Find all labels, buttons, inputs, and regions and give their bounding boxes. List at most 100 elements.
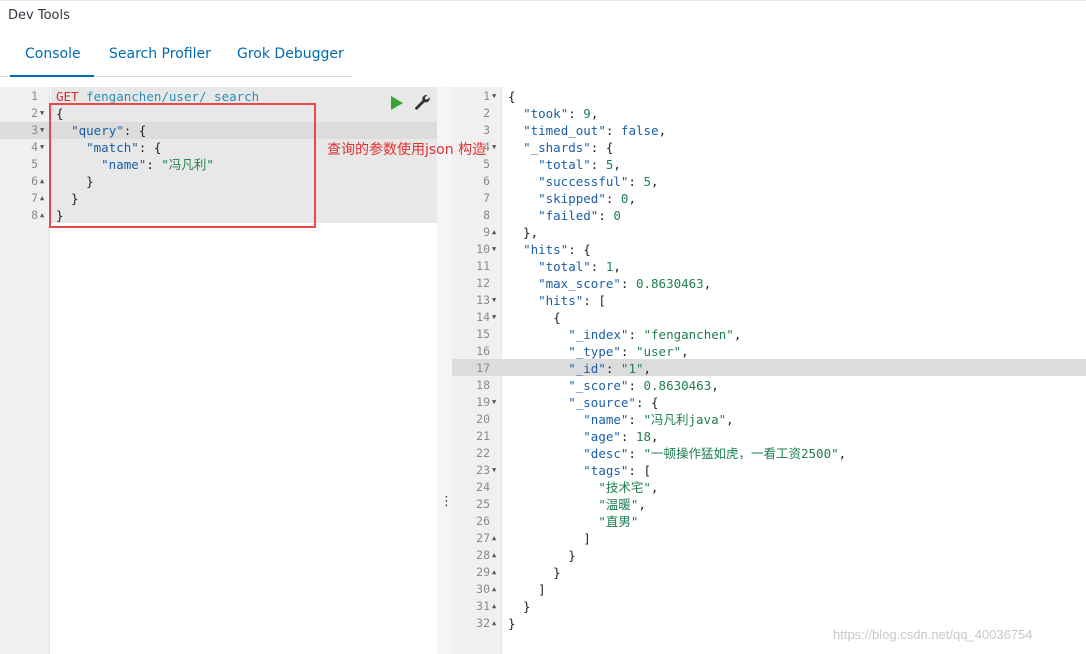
- code-line: 21 "age": 18,: [452, 428, 1086, 445]
- fold-expand-icon[interactable]: ▼: [492, 394, 496, 411]
- line-number: 22: [476, 446, 490, 460]
- code-text: "desc": "一顿操作猛如虎，一看工资2500",: [583, 446, 847, 461]
- code-line: 11 "total": 1,: [452, 258, 1086, 275]
- line-number: 9: [483, 225, 490, 239]
- line-number: 14: [476, 310, 490, 324]
- line-number: 27: [476, 531, 490, 545]
- code-text: "age": 18,: [583, 429, 659, 444]
- fold-expand-icon[interactable]: ▼: [40, 139, 44, 156]
- code-line: 6 "successful": 5,: [452, 173, 1086, 190]
- tab-console[interactable]: Console: [10, 44, 94, 77]
- wrench-icon[interactable]: [413, 93, 431, 111]
- fold-collapse-icon[interactable]: ▲: [40, 207, 44, 224]
- code-line: 10 ▼ "hits": {: [452, 241, 1086, 258]
- line-number: 31: [476, 599, 490, 613]
- line-number: 10: [476, 242, 490, 256]
- fold-expand-icon[interactable]: ▼: [40, 105, 44, 122]
- fold-collapse-icon[interactable]: ▲: [492, 530, 496, 547]
- line-number: 1: [483, 89, 490, 103]
- pane-divider[interactable]: [437, 87, 452, 654]
- line-number: 26: [476, 514, 490, 528]
- code-line: 17 "_id": "1",: [452, 360, 1086, 377]
- code-text: "skipped": 0,: [538, 191, 636, 206]
- code-text: }: [508, 548, 576, 563]
- annotation-box: [49, 103, 316, 228]
- line-number: 20: [476, 412, 490, 426]
- line-number: 6: [483, 174, 490, 188]
- fold-collapse-icon[interactable]: ▲: [492, 581, 496, 598]
- code-text: {: [508, 89, 516, 104]
- fold-expand-icon[interactable]: ▼: [492, 309, 496, 326]
- line-number: 5: [31, 157, 38, 171]
- code-text: "技术宅",: [598, 480, 659, 495]
- line-number: 23: [476, 463, 490, 477]
- fold-expand-icon[interactable]: ▼: [492, 292, 496, 309]
- code-line: 15 "_index": "fenganchen",: [452, 326, 1086, 343]
- code-line: 22 "desc": "一顿操作猛如虎，一看工资2500",: [452, 445, 1086, 462]
- code-text: }: [508, 565, 561, 580]
- fold-collapse-icon[interactable]: ▲: [492, 598, 496, 615]
- line-number: 19: [476, 395, 490, 409]
- code-line: 13 ▼ "hits": [: [452, 292, 1086, 309]
- code-text: ]: [508, 582, 546, 597]
- tab-search-profiler[interactable]: Search Profiler: [109, 44, 211, 77]
- code-line: 19 ▼ "_source": {: [452, 394, 1086, 411]
- line-number: 1: [31, 89, 38, 103]
- fold-collapse-icon[interactable]: ▲: [492, 564, 496, 581]
- fold-collapse-icon[interactable]: ▲: [40, 190, 44, 207]
- fold-expand-icon[interactable]: ▼: [492, 88, 496, 105]
- code-text: "successful": 5,: [538, 174, 659, 189]
- line-number: 4: [31, 140, 38, 154]
- fold-collapse-icon[interactable]: ▲: [492, 224, 496, 241]
- code-line: 4 ▼ "_shards": {: [452, 139, 1086, 156]
- fold-expand-icon[interactable]: ▼: [40, 122, 44, 139]
- line-number: 15: [476, 327, 490, 341]
- response-viewer[interactable]: 1 ▼{2 "took": 9, 3 "timed_out": false, 4 ▼ "…: [452, 87, 1086, 654]
- code-text: "直男": [598, 514, 639, 529]
- tab-grok-debugger[interactable]: Grok Debugger: [237, 44, 344, 77]
- fold-expand-icon[interactable]: ▼: [492, 462, 496, 479]
- code-text: "failed": 0: [538, 208, 621, 223]
- line-number: 29: [476, 565, 490, 579]
- code-line: 12 "max_score": 0.8630463,: [452, 275, 1086, 292]
- code-line: 8 "failed": 0: [452, 207, 1086, 224]
- line-number: 13: [476, 293, 490, 307]
- code-text: "_shards": {: [523, 140, 614, 155]
- code-text: "timed_out": false,: [523, 123, 667, 138]
- code-text: }: [508, 599, 531, 614]
- tab-bar: Console Search Profiler Grok Debugger: [0, 40, 352, 77]
- code-text: "_index": "fenganchen",: [568, 327, 742, 342]
- line-number: 32: [476, 616, 490, 630]
- code-text: "hits": {: [523, 242, 591, 257]
- line-number: 2: [31, 106, 38, 120]
- code-line: 26 "直男": [452, 513, 1086, 530]
- line-number: 28: [476, 548, 490, 562]
- code-line: 31 ▲ }: [452, 598, 1086, 615]
- code-line: 18 "_score": 0.8630463,: [452, 377, 1086, 394]
- fold-expand-icon[interactable]: ▼: [492, 241, 496, 258]
- code-text: "total": 1,: [538, 259, 621, 274]
- code-line: 20 "name": "冯凡利java",: [452, 411, 1086, 428]
- line-number: 11: [476, 259, 490, 273]
- code-line: 30 ▲ ]: [452, 581, 1086, 598]
- line-number: 16: [476, 344, 490, 358]
- code-line: 28 ▲ }: [452, 547, 1086, 564]
- code-line: 23 ▼ "tags": [: [452, 462, 1086, 479]
- fold-collapse-icon[interactable]: ▲: [40, 173, 44, 190]
- line-number: 3: [483, 123, 490, 137]
- code-text: "total": 5,: [538, 157, 621, 172]
- app-title: Dev Tools: [8, 8, 70, 23]
- code-text: "name": "冯凡利java",: [583, 412, 734, 427]
- code-line: 9 ▲ },: [452, 224, 1086, 241]
- code-line: 1 ▼ {: [452, 88, 1086, 105]
- fold-collapse-icon[interactable]: ▲: [492, 615, 496, 632]
- code-line: 29 ▲ }: [452, 564, 1086, 581]
- fold-expand-icon[interactable]: ▼: [492, 139, 496, 156]
- fold-collapse-icon[interactable]: ▲: [492, 547, 496, 564]
- watermark: https://blog.csdn.net/qq_40036754: [833, 627, 1033, 642]
- code-text: }: [508, 616, 516, 631]
- line-number: 17: [476, 361, 490, 375]
- run-button[interactable]: [389, 95, 403, 110]
- annotation-text: 查询的参数使用json 构造: [327, 142, 487, 158]
- code-text: ]: [508, 531, 591, 546]
